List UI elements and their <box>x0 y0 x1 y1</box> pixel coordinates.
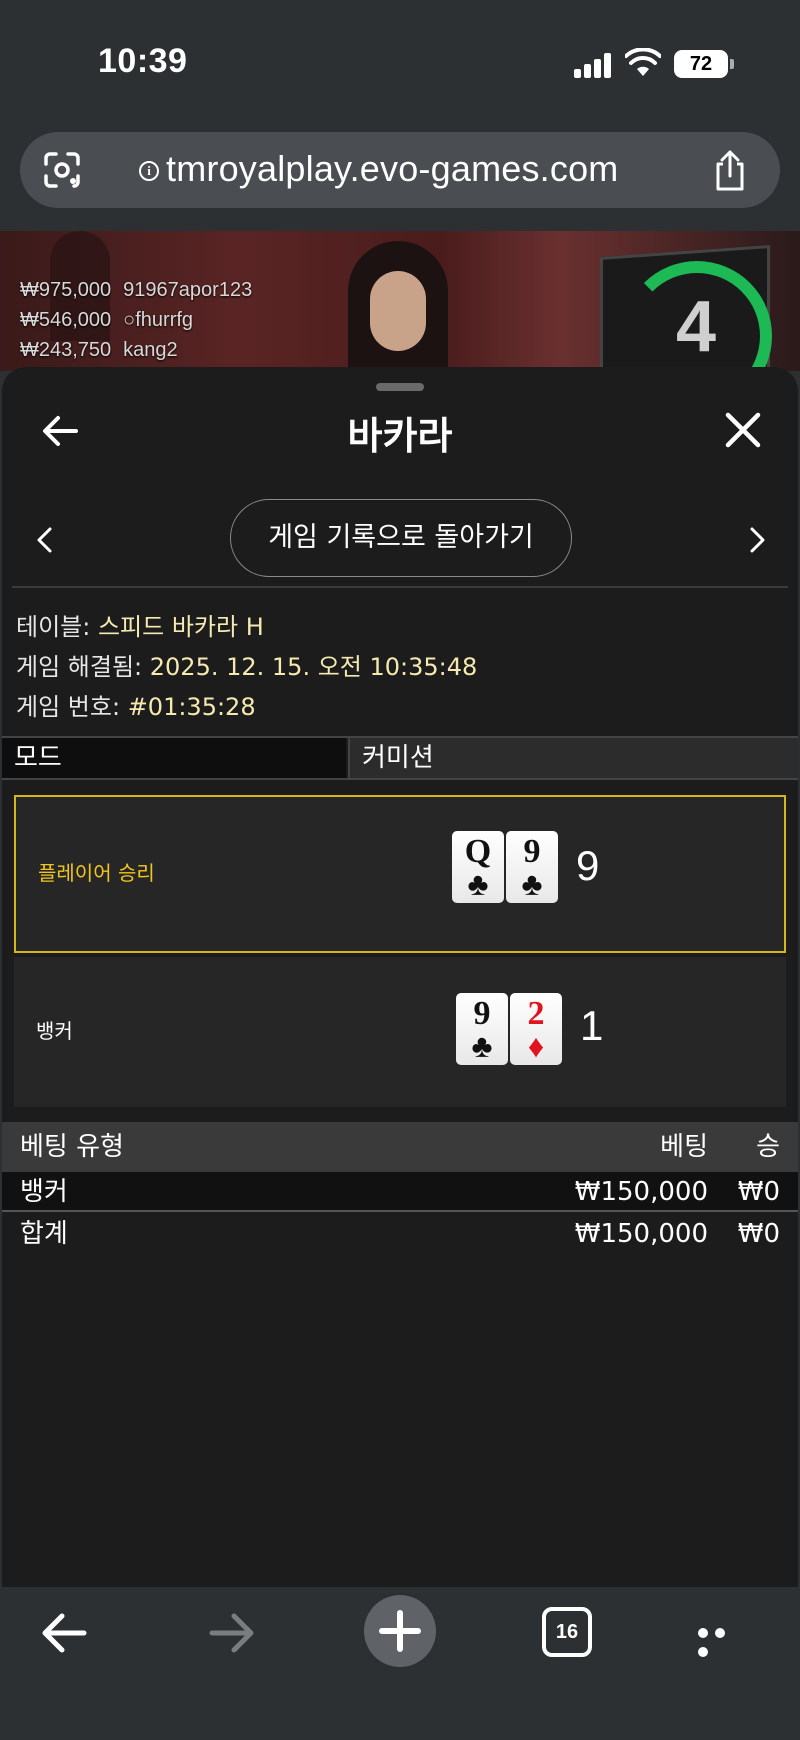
back-to-history-button[interactable]: 게임 기록으로 돌아가기 <box>230 499 572 577</box>
status-bar: 10:39 72 <box>0 0 800 120</box>
playing-card: 9 ♣ <box>456 993 508 1065</box>
mode-row: 모드 커미션 <box>2 736 798 780</box>
chevron-left-icon[interactable] <box>34 525 54 555</box>
chevron-right-icon[interactable] <box>748 525 768 555</box>
screen: 10:39 72 i tmroyalplay.evo-games.com 4 ₩… <box>0 0 800 1740</box>
club-icon: ♣ <box>521 866 543 902</box>
bets-table-header: 베팅 유형 베팅 승 <box>2 1122 798 1172</box>
player-label: 플레이어 승리 <box>38 861 155 885</box>
bet-type-header: 베팅 유형 <box>20 1132 124 1162</box>
divider <box>12 586 788 588</box>
mode-label: 모드 <box>2 738 346 778</box>
tab-switcher-button[interactable]: 16 <box>542 1607 592 1657</box>
countdown-number: 4 <box>676 287 717 367</box>
plus-icon <box>379 1610 421 1652</box>
playing-card: 2 ♦ <box>510 993 562 1065</box>
close-icon[interactable] <box>724 411 762 449</box>
clock: 10:39 <box>98 42 188 80</box>
address-bar[interactable]: i tmroyalplay.evo-games.com <box>20 132 780 208</box>
player-result: 플레이어 승리 Q ♣ 9 ♣ 9 <box>14 795 786 953</box>
banker-score: 1 <box>580 1002 604 1049</box>
winner-row: ₩546,000 ○fhurrfg <box>20 309 194 331</box>
browser-toolbar: 16 <box>0 1587 800 1740</box>
club-icon: ♣ <box>471 1028 493 1064</box>
table-info: 테이블: 스피드 바카라 H <box>16 613 264 641</box>
live-video-stream: 4 ₩975,000 91967apor123 ₩546,000 ○fhurrfg … <box>0 231 800 371</box>
table-row: 뱅커 ₩150,000 ₩0 <box>2 1172 798 1212</box>
dealer-face <box>370 271 426 351</box>
sheet-title: 바카라 <box>347 414 453 458</box>
cellular-signal-icon <box>574 52 614 78</box>
more-options-icon[interactable] <box>698 1623 748 1657</box>
sheet-drag-handle[interactable] <box>376 383 424 391</box>
new-tab-button[interactable] <box>364 1595 436 1667</box>
playing-card: Q ♣ <box>452 831 504 903</box>
game-history-sheet: 바카라 게임 기록으로 돌아가기 테이블: 스피드 바카라 H 게임 해결됨: … <box>2 367 798 1587</box>
resolved-info: 게임 해결됨: 2025. 12. 15. 오전 10:35:48 <box>16 653 478 681</box>
google-lens-icon[interactable] <box>42 150 82 190</box>
banker-result: 뱅커 9 ♣ 2 ♦ 1 <box>14 957 786 1107</box>
battery-icon: 72 <box>674 50 734 78</box>
win-header: 승 <box>756 1132 780 1162</box>
club-icon: ♣ <box>467 866 489 902</box>
game-number-info: 게임 번호: #01:35:28 <box>16 693 256 721</box>
forward-icon[interactable] <box>208 1611 256 1655</box>
winner-row: ₩243,750 kang2 <box>20 339 178 361</box>
game-info: 테이블: 스피드 바카라 H 게임 해결됨: 2025. 12. 15. 오전 … <box>16 607 477 727</box>
site-info-icon[interactable]: i <box>139 161 159 181</box>
playing-card: 9 ♣ <box>506 831 558 903</box>
player-score: 9 <box>576 842 600 889</box>
diamond-icon: ♦ <box>527 1028 545 1064</box>
winners-list: ₩975,000 91967apor123 ₩546,000 ○fhurrfg ₩2… <box>20 275 252 365</box>
back-icon[interactable] <box>40 1611 88 1655</box>
commission-label: 커미션 <box>348 738 798 778</box>
banker-label: 뱅커 <box>36 1019 73 1043</box>
total-row: 합계 ₩150,000 ₩0 <box>2 1214 798 1254</box>
winner-row: ₩975,000 91967apor123 <box>20 279 253 301</box>
share-icon[interactable] <box>712 150 748 192</box>
bet-amount-header: 베팅 <box>660 1132 708 1162</box>
wifi-icon <box>625 48 661 76</box>
url-text[interactable]: tmroyalplay.evo-games.com <box>166 148 619 190</box>
